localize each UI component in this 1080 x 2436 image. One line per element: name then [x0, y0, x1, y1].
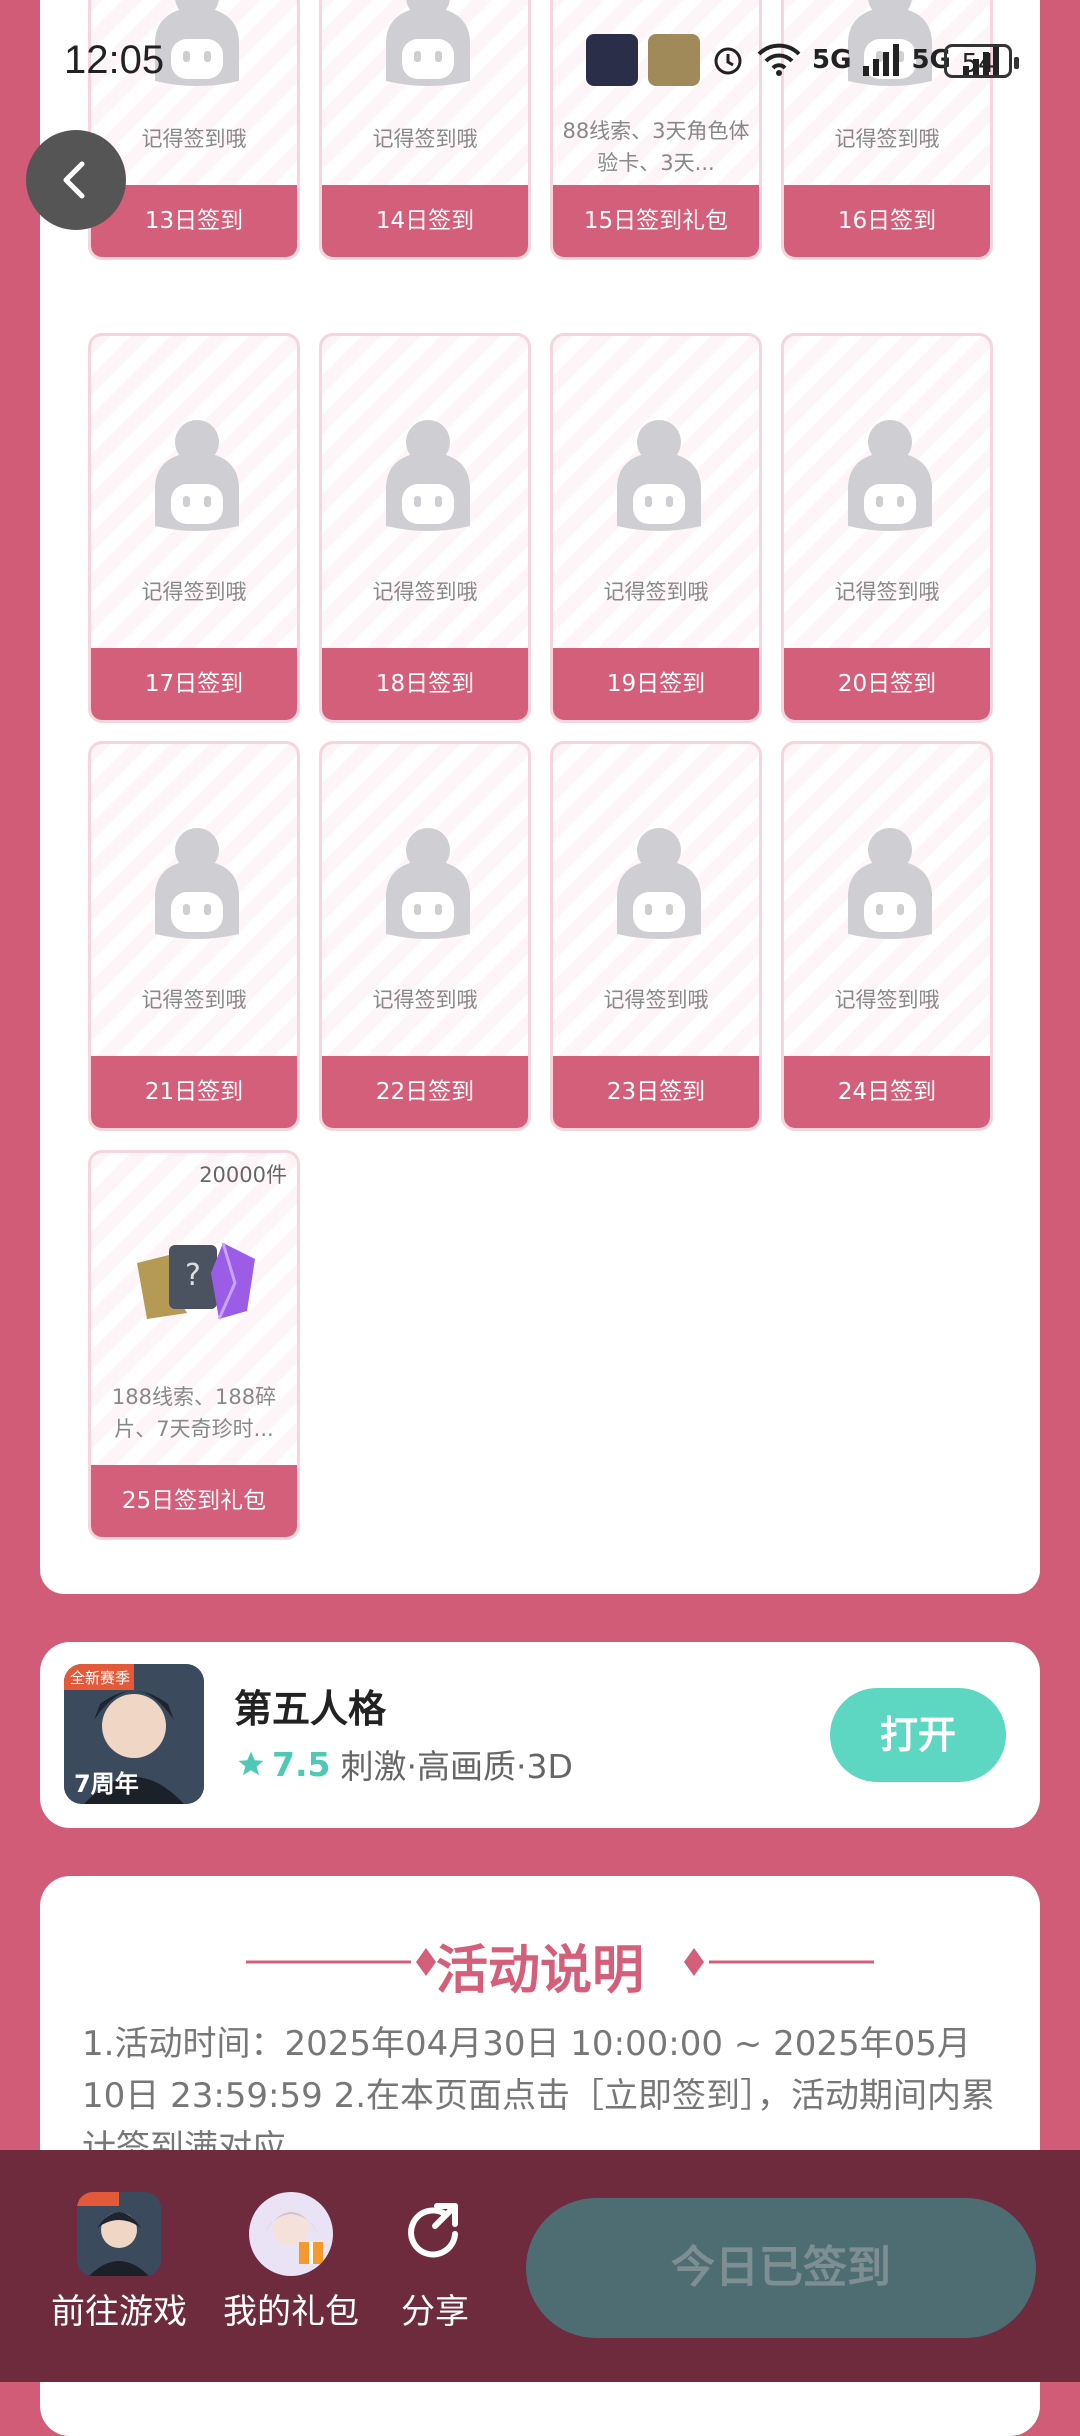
game-icon-badge: 全新赛季 — [70, 1669, 130, 1687]
checkin-cell-label: 21日签到 — [91, 1056, 297, 1128]
game-tags: 刺激·高画质·3D — [340, 1747, 573, 1786]
checkin-cell-text: 记得签到哦 — [603, 988, 709, 1012]
share-button[interactable]: 分享 — [390, 2192, 480, 2333]
checkin-cell-label: 25日签到礼包 — [91, 1465, 297, 1537]
my-gifts-label: 我的礼包 — [223, 2292, 359, 2332]
decor-line-right — [684, 1948, 874, 1976]
checkin-cell-label: 14日签到 — [322, 185, 528, 257]
checkin-cell-text: 记得签到哦 — [834, 127, 940, 151]
star-icon — [238, 1751, 264, 1776]
signed-today-button[interactable]: 今日已签到 — [526, 2198, 1036, 2338]
network-type-1: 5G — [812, 45, 852, 75]
checkin-cell-text: 188线索、188碎片、7天奇珍时... — [111, 1385, 277, 1441]
notification-puzzle-icon — [648, 34, 700, 86]
back-button[interactable] — [26, 130, 126, 230]
placeholder-avatar-icon — [848, 828, 932, 939]
svg-text:?: ? — [185, 1258, 201, 1293]
chevron-left-icon — [63, 161, 85, 199]
checkin-cell-text: 记得签到哦 — [834, 580, 940, 604]
signal-icon — [863, 44, 900, 76]
game-icon-anniversary: 7周年 — [74, 1770, 139, 1798]
game-title: 第五人格 — [234, 1687, 387, 1731]
open-game-button[interactable]: 打开 — [830, 1688, 1006, 1782]
placeholder-avatar-icon — [617, 420, 701, 531]
gift-count: 20000件 — [199, 1163, 287, 1187]
checkin-cell-text: 记得签到哦 — [372, 580, 478, 604]
description-header: 活动说明 — [40, 1928, 1040, 2001]
share-icon — [408, 2203, 458, 2258]
checkin-cell[interactable]: 记得签到哦 22日签到 — [319, 741, 531, 1131]
checkin-cell-label: 18日签到 — [322, 648, 528, 720]
checkin-gift-cell[interactable]: 20000件 ? 188线索、188碎片、7天奇珍时... 25日签到礼包 — [88, 1150, 300, 1540]
checkin-cell-text: 记得签到哦 — [603, 580, 709, 604]
go-to-game-button[interactable]: 前往游戏 — [44, 2192, 194, 2333]
game-rating-value: 7.5 — [272, 1744, 331, 1784]
status-time: 12:05 — [64, 38, 165, 82]
game-card[interactable]: 全新赛季 7周年 第五人格 7.5 刺激·高画质·3D 打开 — [40, 1642, 1040, 1828]
game-app-icon: 全新赛季 7周年 — [64, 1664, 204, 1804]
decor-line-left — [246, 1948, 436, 1976]
game-shortcut-icon — [77, 2192, 161, 2276]
go-to-game-label: 前往游戏 — [51, 2292, 187, 2332]
bottom-action-bar: 前往游戏 我的礼包 分享 今日已签到 — [0, 2150, 1080, 2382]
checkin-cell[interactable]: 记得签到哦 19日签到 — [550, 333, 762, 723]
checkin-cell-label: 16日签到 — [784, 185, 990, 257]
game-meta: 7.5 刺激·高画质·3D — [236, 1740, 573, 1788]
checkin-cell[interactable]: 记得签到哦 21日签到 — [88, 741, 300, 1131]
checkin-panel: 记得签到哦 13日签到 记得签到哦 14日签到 88线索、3天角色体验卡、3天.… — [40, 0, 1040, 1594]
placeholder-avatar-icon — [155, 828, 239, 939]
checkin-cell-label: 20日签到 — [784, 648, 990, 720]
placeholder-avatar-icon — [155, 420, 239, 531]
placeholder-avatar-icon — [848, 420, 932, 531]
status-icons: 5G 5G — [586, 10, 1001, 110]
checkin-cell[interactable]: 记得签到哦 20日签到 — [781, 333, 993, 723]
description-title: 活动说明 — [435, 1941, 644, 2001]
checkin-cell-label: 22日签到 — [322, 1056, 528, 1128]
share-label: 分享 — [401, 2292, 469, 2332]
wifi-icon — [757, 43, 801, 76]
checkin-cell-label: 17日签到 — [91, 648, 297, 720]
notification-app-icon — [586, 34, 638, 86]
checkin-cell-text: 88线索、3天角色体验卡、3天... — [562, 119, 750, 175]
game-character-icon: 全新赛季 7周年 — [64, 1664, 204, 1804]
checkin-cell[interactable]: 记得签到哦 18日签到 — [319, 333, 531, 723]
alarm-icon — [714, 47, 742, 75]
checkin-cell-label: 23日签到 — [553, 1056, 759, 1128]
checkin-cell[interactable]: 记得签到哦 23日签到 — [550, 741, 762, 1131]
checkin-cell-text: 记得签到哦 — [372, 988, 478, 1012]
checkin-cell-text: 记得签到哦 — [141, 580, 247, 604]
checkin-cell-label: 19日签到 — [553, 648, 759, 720]
game-rating: 7.5 — [236, 1745, 330, 1784]
checkin-cell-text: 记得签到哦 — [141, 988, 247, 1012]
checkin-cell-label: 24日签到 — [784, 1056, 990, 1128]
placeholder-avatar-icon — [617, 828, 701, 939]
battery-indicator: 54 — [944, 44, 1019, 79]
placeholder-avatar-icon — [386, 828, 470, 939]
checkin-cell[interactable]: 记得签到哦 17日签到 — [88, 333, 300, 723]
status-bar: 12:05 5G 5G 54 — [0, 0, 1080, 120]
checkin-cell-text: 记得签到哦 — [834, 988, 940, 1012]
placeholder-avatar-icon — [386, 420, 470, 531]
checkin-cell-label: 15日签到礼包 — [553, 185, 759, 257]
my-gifts-button[interactable]: 我的礼包 — [216, 2192, 366, 2333]
gift-avatar-icon — [249, 2192, 333, 2276]
gift-prize-icon: ? — [137, 1242, 255, 1320]
checkin-cell[interactable]: 记得签到哦 24日签到 — [781, 741, 993, 1131]
checkin-cell-text: 记得签到哦 — [141, 127, 247, 151]
checkin-cell-text: 记得签到哦 — [372, 127, 478, 151]
